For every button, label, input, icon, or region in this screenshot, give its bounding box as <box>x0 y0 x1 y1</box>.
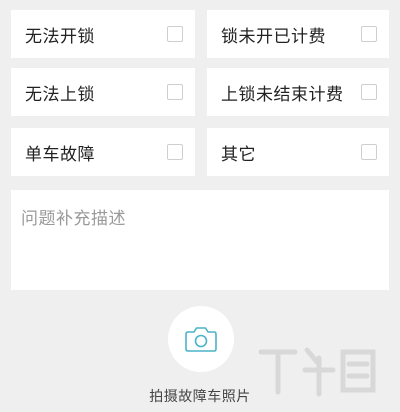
option-checkbox[interactable] <box>167 26 183 42</box>
option-unlocked-but-charged[interactable]: 锁未开已计费 <box>207 10 389 58</box>
description-placeholder: 问题补充描述 <box>21 209 126 229</box>
description-textarea[interactable]: 问题补充描述 <box>11 190 389 290</box>
option-bike-malfunction[interactable]: 单车故障 <box>11 128 195 176</box>
option-checkbox[interactable] <box>167 144 183 160</box>
option-checkbox[interactable] <box>361 26 377 42</box>
option-unable-to-unlock[interactable]: 无法开锁 <box>11 10 195 58</box>
option-checkbox[interactable] <box>361 84 377 100</box>
option-label: 其它 <box>221 144 256 165</box>
option-label: 单车故障 <box>25 144 95 165</box>
camera-icon <box>185 327 217 352</box>
option-unable-to-lock[interactable]: 无法上锁 <box>11 68 195 116</box>
option-checkbox[interactable] <box>167 84 183 100</box>
option-other[interactable]: 其它 <box>207 128 389 176</box>
option-checkbox[interactable] <box>361 144 377 160</box>
option-label: 上锁未结束计费 <box>221 84 344 105</box>
take-photo-button[interactable] <box>168 306 234 372</box>
option-label: 无法上锁 <box>25 84 95 105</box>
option-label: 锁未开已计费 <box>221 26 326 47</box>
take-photo-label: 拍摄故障车照片 <box>149 389 251 405</box>
option-label: 无法开锁 <box>25 26 95 47</box>
option-locked-but-still-charging[interactable]: 上锁未结束计费 <box>207 68 389 116</box>
